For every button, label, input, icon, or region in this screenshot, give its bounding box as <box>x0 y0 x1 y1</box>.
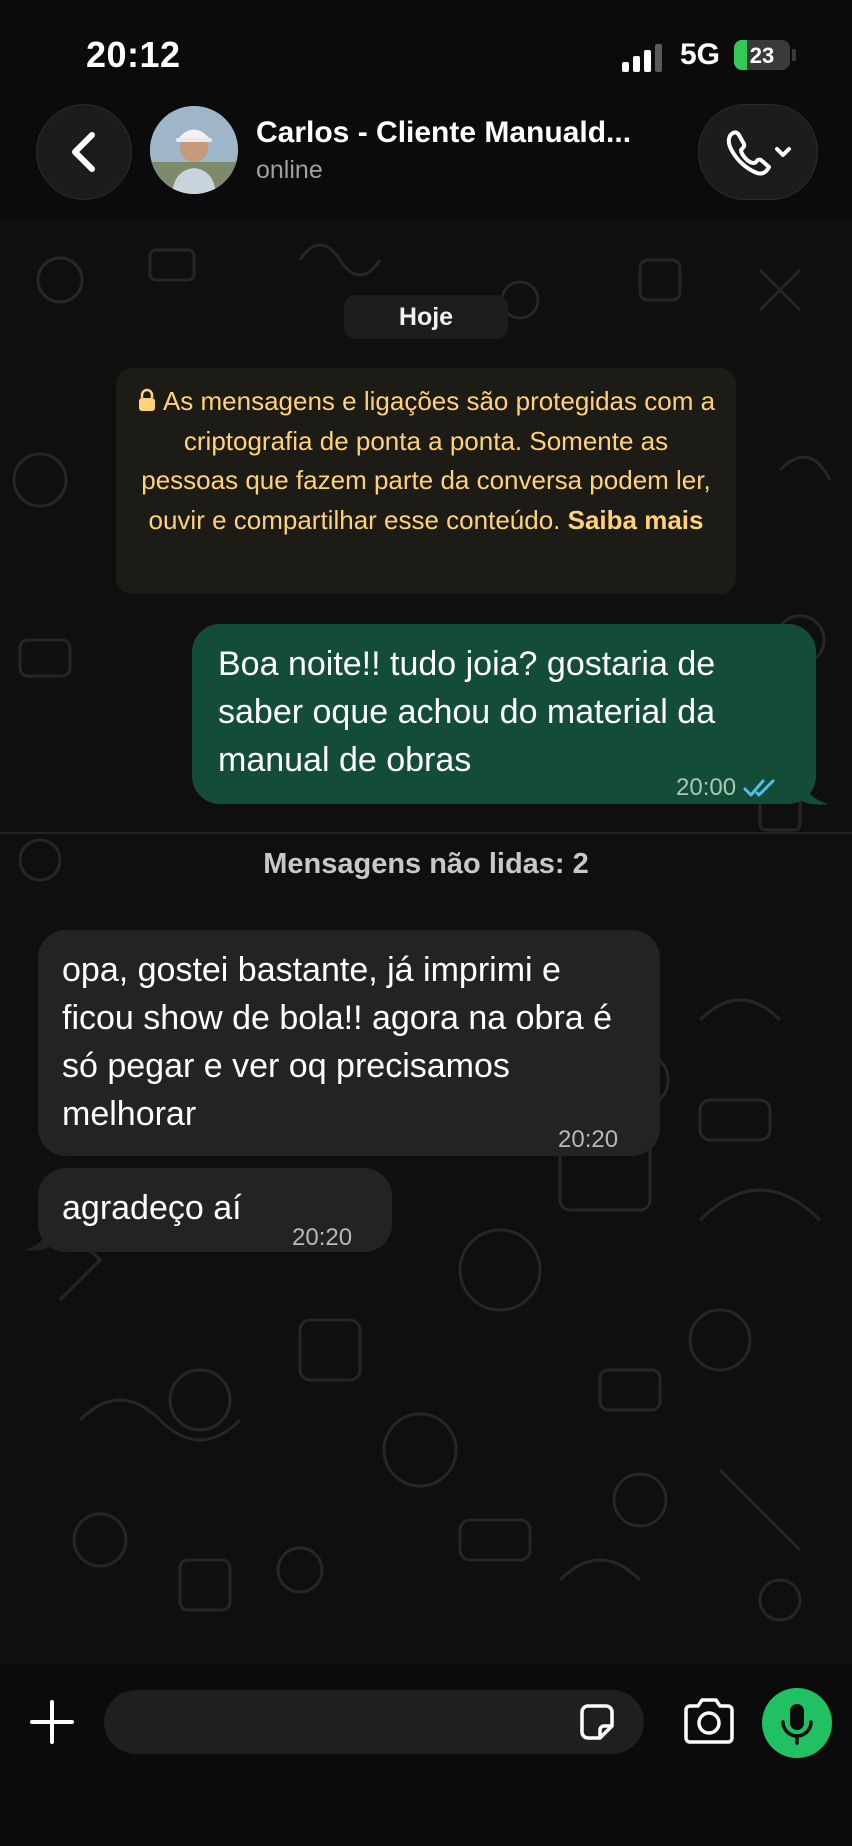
message-text: opa, gostei bastante, já imprimi e ficou… <box>62 951 613 1133</box>
status-time: 20:12 <box>86 34 181 75</box>
chevron-left-icon <box>72 132 95 172</box>
message-text: agradeço aí <box>62 1189 242 1227</box>
microphone-button[interactable] <box>762 1688 832 1758</box>
message-time: 20:20 <box>558 1126 619 1153</box>
message-time: 20:00 <box>676 774 737 801</box>
contact-name[interactable]: Carlos - Cliente Manuald... <box>256 116 631 150</box>
battery-level: 23 <box>749 43 775 68</box>
contact-photo <box>150 106 238 194</box>
lock-icon <box>138 388 155 411</box>
avatar[interactable] <box>150 106 238 194</box>
encryption-text: As mensagens e ligações são protegidas c… <box>132 382 720 540</box>
phone-icon <box>726 130 791 176</box>
message-input[interactable] <box>104 1690 644 1754</box>
date-separator: Hoje <box>344 295 508 339</box>
signal-icon <box>622 44 662 72</box>
microphone-icon <box>781 1704 813 1745</box>
sticker-icon[interactable] <box>576 1702 618 1744</box>
battery-cap <box>792 49 796 61</box>
battery-icon: 23 <box>734 40 790 70</box>
network-label: 5G <box>680 38 721 71</box>
plus-icon[interactable] <box>26 1696 78 1748</box>
bubble-tail <box>24 1222 52 1251</box>
message-text: Boa noite!! tudo joia? gostaria de saber… <box>218 645 716 779</box>
unread-messages-label: Mensagens não lidas: 2 <box>263 848 589 880</box>
encryption-notice[interactable]: As mensagens e ligações são protegidas c… <box>116 368 736 594</box>
message-time: 20:20 <box>292 1224 353 1251</box>
back-button[interactable] <box>36 104 132 200</box>
message-incoming[interactable]: opa, gostei bastante, já imprimi e ficou… <box>38 930 660 1156</box>
double-check-icon <box>743 779 775 797</box>
message-incoming[interactable]: agradeço aí 20:20 <box>38 1168 392 1252</box>
unread-divider <box>0 832 852 834</box>
contact-status: online <box>256 156 323 184</box>
call-button[interactable] <box>698 104 818 200</box>
bubble-tail <box>800 776 828 805</box>
learn-more-link[interactable]: Saiba mais <box>568 505 704 535</box>
message-outgoing[interactable]: Boa noite!! tudo joia? gostaria de saber… <box>192 624 816 804</box>
camera-icon[interactable] <box>680 1696 738 1746</box>
